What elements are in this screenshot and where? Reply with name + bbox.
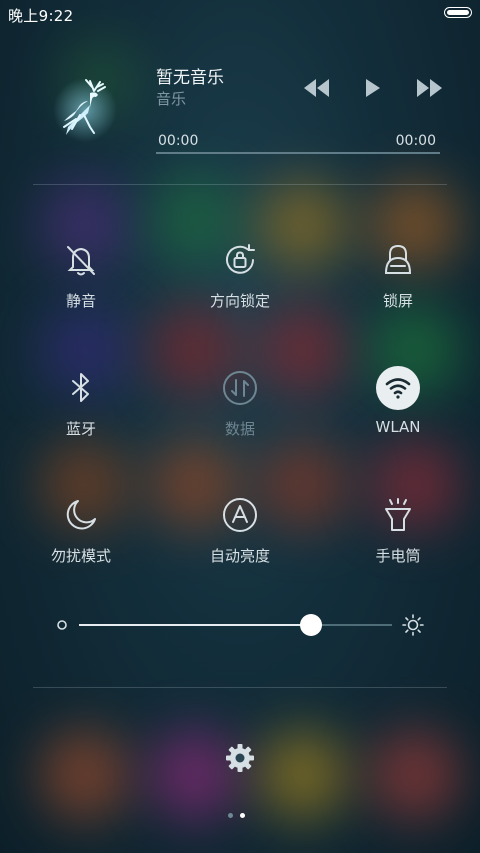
moon-icon [61, 495, 101, 535]
brightness-fill [79, 624, 311, 626]
blurred-app-icon [258, 730, 348, 820]
toggle-label: 锁屏 [382, 292, 413, 310]
play-icon[interactable] [360, 76, 390, 100]
wifi-icon [376, 366, 420, 410]
toggle-label: 自动亮度 [209, 547, 270, 565]
blurred-app-icon [40, 730, 130, 820]
music-title: 暂无音乐 [156, 68, 224, 88]
page-dot-active [240, 813, 245, 818]
toggle-rotation-lock[interactable]: 方向锁定 [170, 240, 310, 330]
music-subtitle: 音乐 [156, 90, 187, 108]
page-dot [228, 813, 233, 818]
lock-icon [378, 240, 418, 280]
toggle-flashlight[interactable]: 手电筒 [328, 495, 468, 585]
bluetooth-icon [61, 368, 101, 408]
battery-icon [444, 7, 472, 18]
bell-off-icon [61, 240, 101, 280]
toggle-silent[interactable]: 静音 [11, 240, 151, 330]
toggle-label: 静音 [65, 292, 96, 310]
music-progress-bar[interactable] [156, 152, 440, 154]
status-time: 晚上9:22 [8, 7, 74, 25]
gear-icon[interactable] [224, 742, 256, 774]
fast-forward-icon[interactable] [414, 76, 444, 100]
flashlight-icon [378, 495, 418, 535]
toggle-label: 手电筒 [375, 547, 421, 565]
toggle-auto-brightness[interactable]: 自动亮度 [170, 495, 310, 585]
status-bar: 晚上9:22 [0, 0, 480, 28]
toggle-label: 方向锁定 [209, 292, 270, 310]
deer-icon[interactable] [50, 75, 120, 145]
toggle-label: 勿扰模式 [50, 547, 111, 565]
toggle-mobile-data[interactable]: 数据 [170, 368, 310, 458]
music-time-total: 00:00 [395, 133, 436, 149]
sun-icon [402, 614, 424, 636]
toggle-lock-screen[interactable]: 锁屏 [328, 240, 468, 330]
battery-fill [447, 10, 469, 15]
brightness-low-icon [57, 620, 67, 630]
blurred-app-icon [370, 730, 460, 820]
brightness-thumb[interactable] [299, 614, 322, 636]
rewind-icon[interactable] [302, 76, 332, 100]
brightness-slider[interactable] [52, 610, 428, 640]
rotation-lock-icon [220, 240, 260, 280]
toggle-wlan[interactable]: WLAN [328, 366, 468, 458]
toggle-do-not-disturb[interactable]: 勿扰模式 [11, 495, 151, 585]
auto-brightness-icon [220, 495, 260, 535]
divider-top [33, 184, 447, 185]
toggle-label: WLAN [375, 418, 421, 436]
page-indicator [228, 812, 252, 820]
toggle-label: 蓝牙 [65, 420, 96, 438]
divider-bottom [33, 687, 447, 688]
toggle-bluetooth[interactable]: 蓝牙 [11, 368, 151, 458]
mobile-data-icon [220, 368, 260, 408]
music-widget: 暂无音乐 音乐 00:00 00:00 [0, 50, 480, 170]
music-time-current: 00:00 [158, 133, 199, 149]
toggle-label: 数据 [224, 420, 255, 438]
